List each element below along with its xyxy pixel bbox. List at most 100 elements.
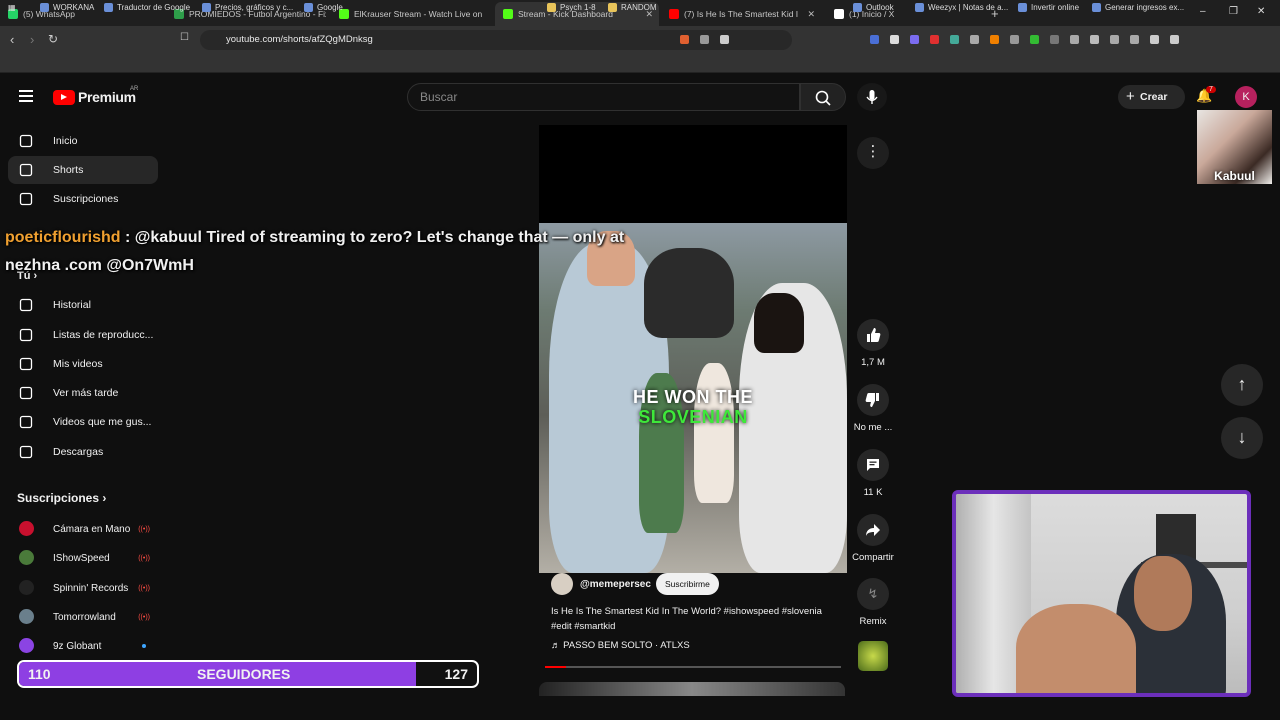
- channel-link[interactable]: @memepersec: [551, 573, 651, 595]
- subscriptions-heading[interactable]: Suscripciones ›: [17, 491, 106, 505]
- bookmark-item[interactable]: Outlook: [853, 3, 894, 12]
- music-note-icon: ♬: [551, 640, 564, 651]
- subscription-item[interactable]: IShowSpeed ((•)): [8, 545, 158, 571]
- sidebar-item[interactable]: Inicio: [8, 127, 158, 155]
- forward-icon[interactable]: ›: [30, 32, 34, 47]
- more-options-icon[interactable]: ⋮: [857, 137, 889, 169]
- short-video-player[interactable]: HE WON THE SLOVENIAN: [539, 125, 847, 573]
- subscription-label: Spinnin' Records: [53, 582, 129, 594]
- close-tab-icon[interactable]: ✕: [807, 9, 815, 20]
- comments-button[interactable]: 11 K: [853, 449, 893, 498]
- bookmark-item[interactable]: Traductor de Google: [104, 3, 190, 12]
- browser-tab[interactable]: (7) Is He Is The Smartest Kid I ✕: [661, 2, 821, 26]
- extension-icon[interactable]: [1110, 35, 1119, 44]
- bookmark-item[interactable]: Weezyx | Notas de a...: [915, 3, 1008, 12]
- subscription-item[interactable]: Spinnin' Records ((•)): [8, 575, 158, 601]
- short-info: @memepersec Suscribirme Is He Is The Sma…: [539, 572, 847, 672]
- next-short-preview[interactable]: [539, 682, 845, 696]
- previous-short-button[interactable]: ↑: [1221, 364, 1263, 406]
- back-icon[interactable]: ‹: [10, 32, 14, 47]
- sidebar-item-label: Suscripciones: [53, 193, 119, 205]
- tab-title: (7) Is He Is The Smartest Kid I: [684, 9, 799, 19]
- short-progress-bar[interactable]: [545, 666, 841, 668]
- share-button[interactable]: Compartir: [848, 514, 898, 563]
- extension-icon[interactable]: [1030, 35, 1039, 44]
- subscription-item[interactable]: Cámara en Mano ((•)): [8, 516, 158, 542]
- sidebar-item[interactable]: Videos que me gus...: [8, 408, 158, 436]
- region-code: AR: [130, 86, 139, 92]
- subscription-label: Cámara en Mano: [53, 523, 131, 535]
- reload-icon[interactable]: ↻: [48, 32, 58, 46]
- bookmark-item[interactable]: Generar ingresos ex...: [1092, 3, 1184, 12]
- restore-icon[interactable]: ❐: [1229, 6, 1238, 17]
- sidebar-item[interactable]: Mis videos: [8, 350, 158, 378]
- new-content-dot: [142, 644, 146, 648]
- bookmark-item[interactable]: RANDOM: [608, 3, 657, 12]
- sidebar-item[interactable]: Listas de reproducc...: [8, 321, 158, 349]
- sound-thumbnail[interactable]: [858, 641, 888, 671]
- extension-icon[interactable]: [930, 35, 939, 44]
- extension-icon[interactable]: [680, 35, 689, 44]
- extension-icon[interactable]: [1130, 35, 1139, 44]
- liked-icon: [19, 415, 33, 429]
- my-videos-icon: [19, 357, 33, 371]
- dislike-button[interactable]: No me ...: [853, 384, 893, 433]
- bookmark-star-icon[interactable]: ☐: [180, 32, 189, 43]
- sidebar-item-label: Historial: [53, 299, 91, 311]
- create-label: Crear: [1140, 91, 1168, 103]
- minimize-icon[interactable]: –: [1200, 6, 1206, 17]
- extension-icon[interactable]: [1070, 35, 1079, 44]
- extension-icon[interactable]: [950, 35, 959, 44]
- sidebar-item[interactable]: Ver más tarde: [8, 379, 158, 407]
- bookmark-item[interactable]: Invertir online: [1018, 3, 1079, 12]
- extension-icon[interactable]: [910, 35, 919, 44]
- subscription-label: Tomorrowland: [53, 611, 116, 623]
- subscription-label: 9z Globant: [53, 640, 102, 652]
- like-count: 1,7 M: [861, 357, 885, 368]
- remix-button[interactable]: ↯ Remix: [853, 578, 893, 627]
- extension-icon[interactable]: [890, 35, 899, 44]
- live-icon: ((•)): [138, 584, 150, 592]
- account-avatar[interactable]: K: [1235, 86, 1257, 108]
- subscription-item[interactable]: Tomorrowland ((•)): [8, 604, 158, 630]
- sidebar-item[interactable]: Shorts: [8, 156, 158, 184]
- search-button[interactable]: [800, 83, 846, 111]
- voice-search-button[interactable]: [857, 83, 887, 111]
- extension-icon[interactable]: [990, 35, 999, 44]
- extension-icon[interactable]: [1090, 35, 1099, 44]
- like-button[interactable]: 1,7 M: [853, 319, 893, 368]
- browser-tab[interactable]: ElKrauser Stream - Watch Live on: [331, 2, 489, 26]
- apps-icon[interactable]: ▦: [8, 3, 16, 12]
- bookmark-label: Google: [317, 3, 343, 12]
- bookmark-item[interactable]: Psych 1-8: [547, 3, 596, 12]
- extension-icon[interactable]: [1010, 35, 1019, 44]
- sidebar-item[interactable]: Suscripciones: [8, 185, 158, 213]
- bookmark-item[interactable]: Precios, gráficos y c...: [202, 3, 293, 12]
- bookmark-label: WORKANA: [53, 3, 95, 12]
- extension-icon[interactable]: [970, 35, 979, 44]
- extension-icon[interactable]: [1170, 35, 1179, 44]
- extension-icon[interactable]: [1150, 35, 1159, 44]
- tab-title: ElKrauser Stream - Watch Live on: [354, 9, 483, 19]
- bookmark-item[interactable]: WORKANA: [40, 3, 94, 12]
- sidebar-item[interactable]: Historial: [8, 291, 158, 319]
- sidebar-item[interactable]: Descargas: [8, 438, 158, 466]
- extension-icon[interactable]: [720, 35, 729, 44]
- bookmark-item[interactable]: Google: [304, 3, 343, 12]
- extension-icon[interactable]: [1050, 35, 1059, 44]
- next-short-button[interactable]: ↓: [1221, 417, 1263, 459]
- create-button[interactable]: + Crear: [1118, 85, 1185, 109]
- extension-icon[interactable]: [700, 35, 709, 44]
- extension-icon[interactable]: [870, 35, 879, 44]
- youtube-premium-logo[interactable]: Premium AR: [53, 86, 139, 105]
- channel-avatar: [19, 550, 34, 565]
- subscription-item[interactable]: 9z Globant: [8, 633, 158, 659]
- search-input[interactable]: Buscar: [407, 83, 800, 111]
- followers-current: 110: [28, 666, 51, 682]
- bookmark-favicon-icon: [104, 3, 113, 12]
- subscribe-button[interactable]: Suscribirme: [656, 573, 719, 595]
- menu-icon[interactable]: [19, 90, 33, 105]
- short-title[interactable]: Is He Is The Smartest Kid In The World? …: [551, 604, 843, 634]
- close-window-icon[interactable]: ✕: [1257, 6, 1265, 17]
- music-link[interactable]: ♬ PASSO BEM SOLTO · ATLXS: [551, 640, 690, 651]
